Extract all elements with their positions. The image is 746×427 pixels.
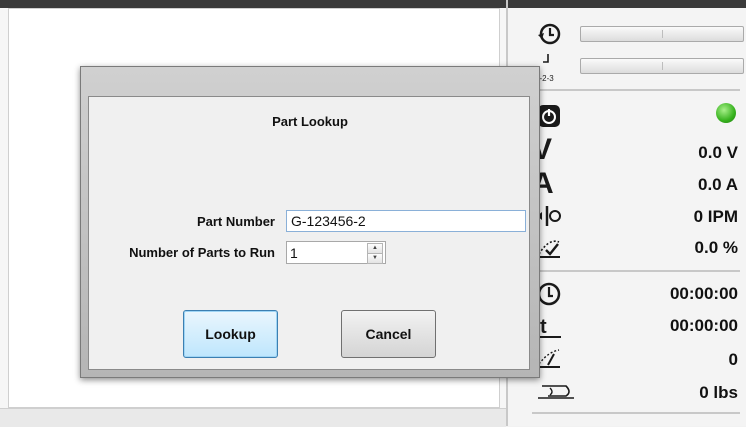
status-led <box>716 103 736 123</box>
part-number-label: Part Number <box>196 214 275 229</box>
divider <box>532 270 740 272</box>
count-value: 0 <box>728 350 738 369</box>
progress-bar-1 <box>580 26 744 42</box>
clock-reset-icon <box>538 23 561 45</box>
voltage-value: 0.0 V <box>698 143 738 162</box>
weight-icon <box>538 385 574 399</box>
weight-value: 0 lbs <box>699 383 738 402</box>
total-time-value: 00:00:00 <box>669 316 738 335</box>
divider <box>532 89 740 91</box>
current-value: 0.0 A <box>697 175 738 194</box>
panel-top-strip <box>508 0 746 8</box>
bottom-bar <box>0 408 506 427</box>
svg-text:t: t <box>540 316 547 338</box>
parts-to-run-label: Number of Parts to Run <box>129 245 275 260</box>
part-number-input[interactable] <box>286 210 526 232</box>
lookup-button[interactable]: Lookup <box>183 310 278 358</box>
parts-to-run-input[interactable] <box>290 244 366 261</box>
dialog-title: Part Lookup <box>272 114 348 129</box>
dialog-titlebar[interactable] <box>81 67 539 95</box>
parts-to-run-stepper[interactable]: ▲ ▼ <box>286 241 386 264</box>
top-strip <box>0 0 506 8</box>
dialog-body <box>88 96 530 370</box>
divider <box>532 412 740 414</box>
cancel-button[interactable]: Cancel <box>341 310 436 358</box>
progress-bar-2 <box>580 58 744 74</box>
part-lookup-dialog: Part Lookup Part Number Number of Parts … <box>80 66 540 378</box>
status-panel: 1-2-3 V 0.0 V A 0.0 A 0 IPM 0.0 % 00:00:… <box>506 0 746 426</box>
percent-value: 0.0 % <box>694 238 738 257</box>
stepper-down-icon[interactable]: ▼ <box>367 253 383 264</box>
arc-time-value: 00:00:00 <box>669 284 738 303</box>
wire-feed-value: 0 IPM <box>693 207 738 226</box>
